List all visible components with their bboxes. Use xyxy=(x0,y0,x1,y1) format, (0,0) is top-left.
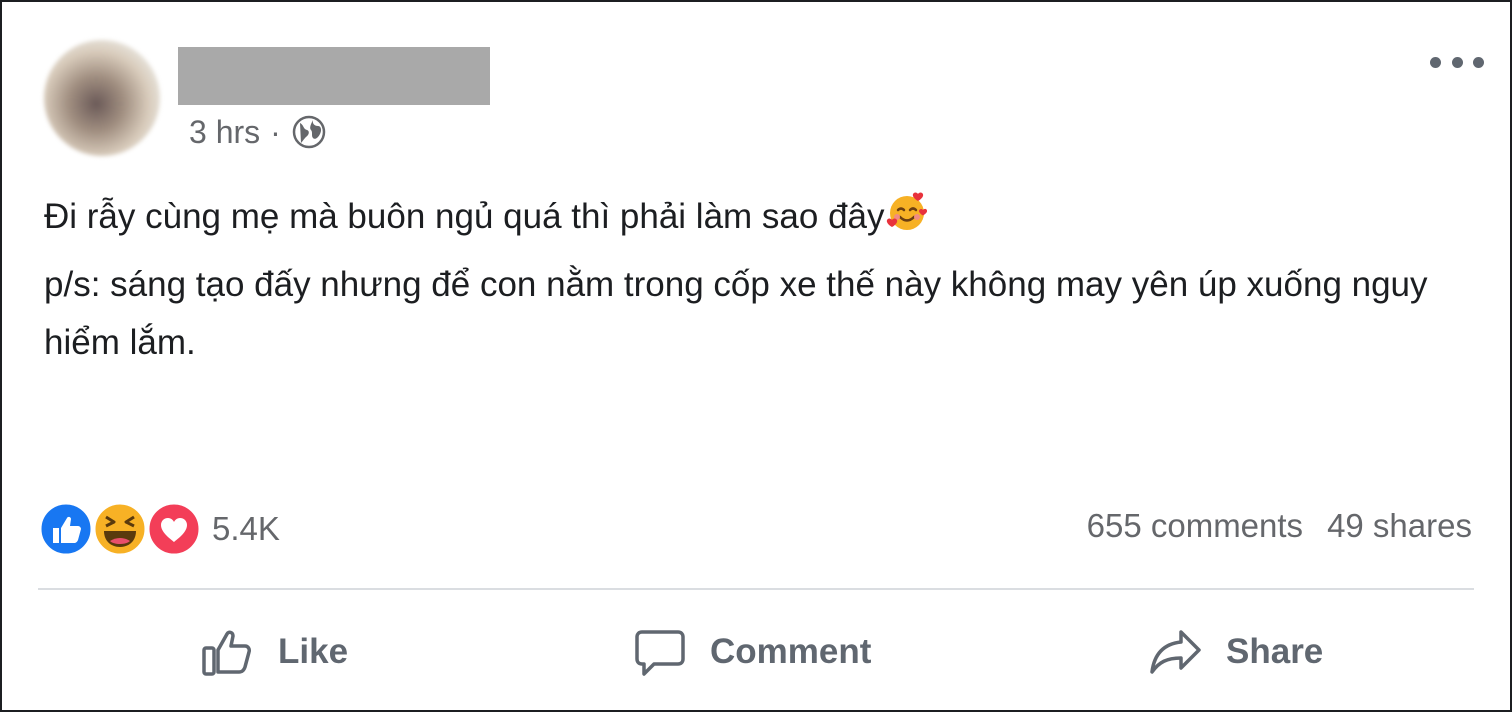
like-reaction-icon[interactable] xyxy=(38,501,94,557)
comments-count[interactable]: 655 comments xyxy=(1087,507,1303,545)
post-text-line1: Đi rẫy cùng mẹ mà buôn ngủ quá thì phải … xyxy=(44,197,885,236)
avatar[interactable] xyxy=(44,40,160,156)
share-label: Share xyxy=(1226,632,1324,671)
thumbs-up-icon xyxy=(202,630,251,676)
divider xyxy=(38,588,1474,590)
post-text-line: Đi rẫy cùng mẹ mà buôn ngủ quá thì phải … xyxy=(44,188,1484,246)
comment-icon xyxy=(635,630,685,676)
comment-button[interactable]: Comment xyxy=(632,620,871,684)
like-label: Like xyxy=(278,632,349,671)
post-time[interactable]: 3 hrs xyxy=(189,114,260,151)
reaction-count[interactable]: 5.4K xyxy=(212,510,280,548)
reactions-summary[interactable]: 5.4K xyxy=(38,500,280,558)
like-button[interactable]: Like xyxy=(200,620,348,684)
shares-count[interactable]: 49 shares xyxy=(1327,507,1472,545)
share-button[interactable]: Share xyxy=(1148,620,1323,684)
comment-label: Comment xyxy=(710,632,872,671)
globe-icon[interactable] xyxy=(291,114,327,150)
post-text-line2: p/s: sáng tạo đấy nhưng để con nằm trong… xyxy=(44,265,1428,362)
smiling-face-with-hearts-icon xyxy=(885,190,929,234)
share-arrow-icon xyxy=(1150,630,1201,674)
love-reaction-icon[interactable] xyxy=(146,501,202,557)
more-options-icon[interactable] xyxy=(1430,47,1484,77)
haha-reaction-icon[interactable] xyxy=(92,501,148,557)
post-card: 3 hrs · Đi rẫy cùng mẹ mà buôn ngủ quá t… xyxy=(0,0,1512,712)
post-meta: 3 hrs · xyxy=(189,110,327,154)
author-name-redacted[interactable] xyxy=(178,47,490,105)
post-text: Đi rẫy cùng mẹ mà buôn ngủ quá thì phải … xyxy=(44,188,1484,372)
engagement-counts: 655 comments 49 shares xyxy=(1087,507,1472,545)
meta-separator: · xyxy=(270,113,281,150)
